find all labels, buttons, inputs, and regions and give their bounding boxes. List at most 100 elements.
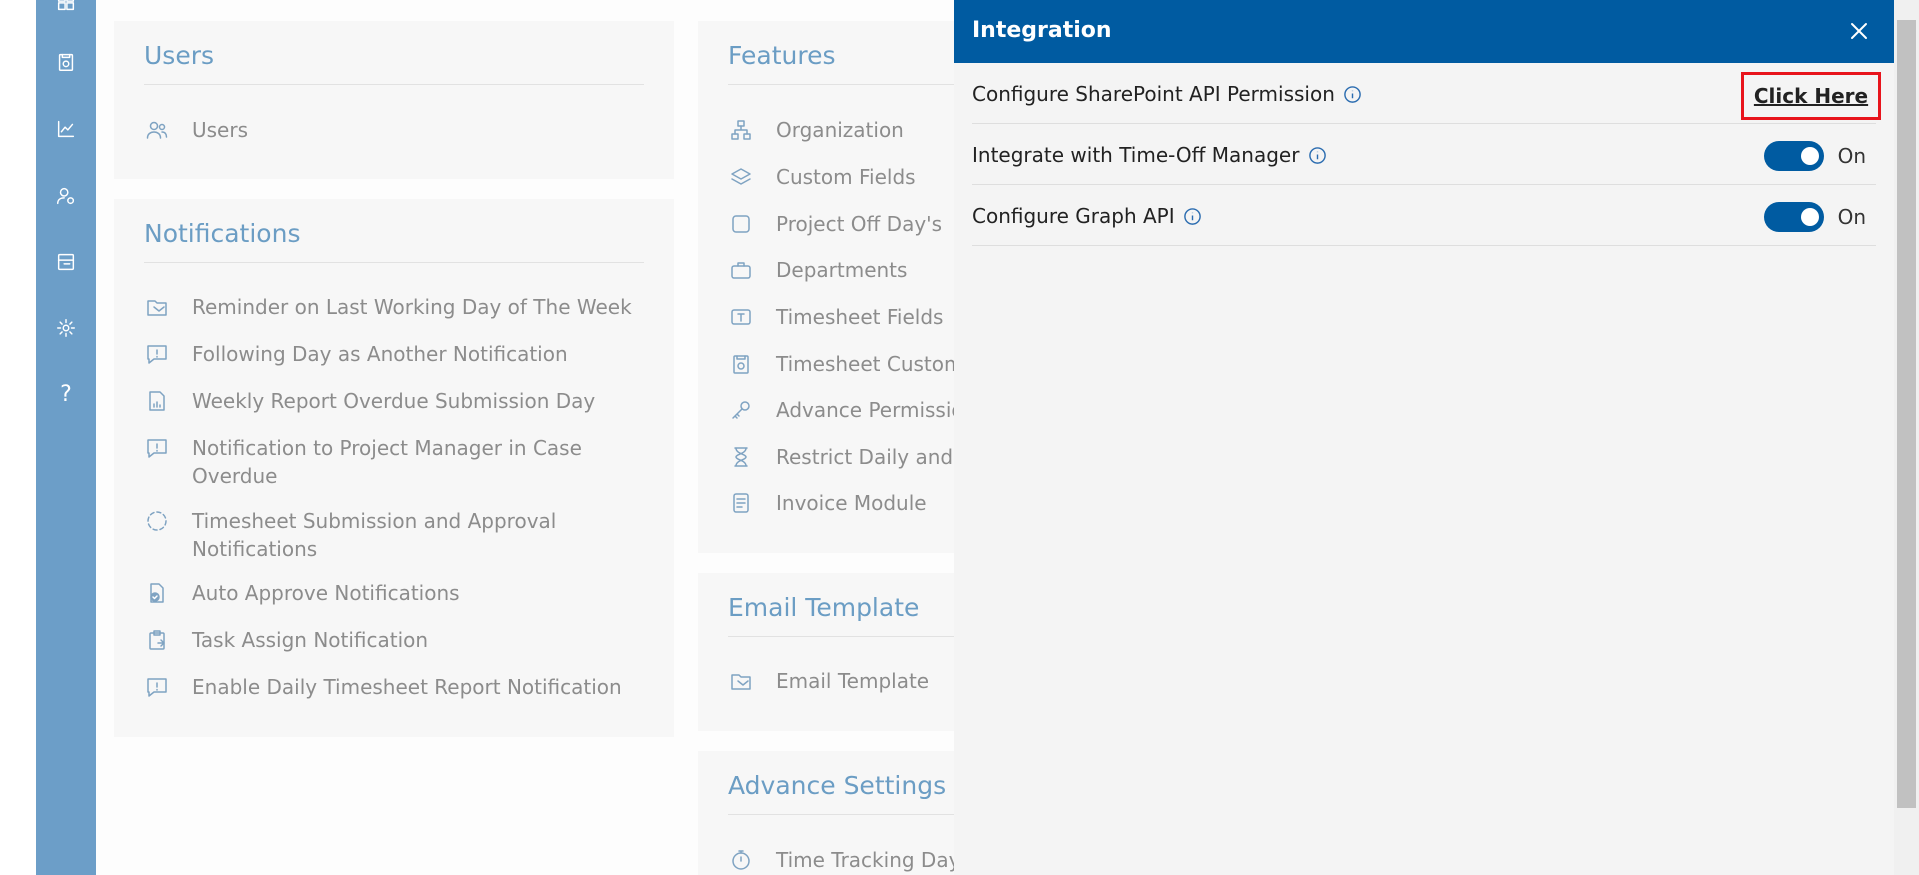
list-item-timesheet-customization[interactable]: Timesheet Customi (728, 350, 969, 378)
invoice-icon (728, 490, 754, 516)
card-title: Users (144, 41, 215, 70)
item-label: Timesheet Fields (776, 305, 944, 329)
list-item-invoice-module[interactable]: Invoice Module (728, 489, 927, 517)
list-item-auto-approve[interactable]: Auto Approve Notifications (144, 579, 460, 607)
item-label: Weekly Report Overdue Submission Day (192, 389, 596, 413)
comment-alert-icon (144, 435, 170, 461)
divider (144, 84, 644, 85)
list-item-organization[interactable]: Organization (728, 116, 904, 144)
info-icon[interactable] (1307, 145, 1327, 165)
item-label: Project Off Day's (776, 212, 943, 236)
users-card: Users Users (114, 21, 674, 179)
item-label: Reminder on Last Working Day of The Week (192, 295, 632, 319)
gear-icon[interactable] (54, 316, 78, 340)
toggle-knob (1800, 147, 1819, 165)
list-item-email-template[interactable]: Email Template (728, 667, 929, 695)
item-label: Organization (776, 118, 904, 142)
graph-api-toggle[interactable] (1763, 202, 1824, 232)
chart-icon[interactable] (54, 117, 78, 141)
key-icon (728, 397, 754, 423)
notifications-card: Notifications Reminder on Last Working D… (114, 199, 674, 737)
hourglass-icon (728, 444, 754, 470)
close-icon (1851, 23, 1867, 39)
comment-alert-icon (144, 341, 170, 367)
nav-rail: ? (36, 0, 96, 875)
row-label: Configure Graph API (972, 204, 1203, 228)
toggle-state-label: On (1837, 144, 1866, 168)
info-icon[interactable] (1343, 84, 1363, 104)
row-label: Configure SharePoint API Permission (972, 82, 1363, 106)
help-icon[interactable]: ? (54, 382, 78, 407)
list-item-departments[interactable]: Departments (728, 256, 907, 284)
integration-panel: Integration Configure SharePoint API Per… (954, 0, 1894, 875)
clipboard-icon (144, 627, 170, 653)
item-label: Following Day as Another Notification (192, 342, 568, 366)
toggle-knob (1800, 208, 1819, 226)
close-button[interactable] (1846, 18, 1872, 44)
row-label: Integrate with Time-Off Manager (972, 143, 1327, 167)
list-item-submission-approval[interactable]: Timesheet Submission and Approval Notifi… (144, 507, 594, 563)
item-label: Departments (776, 258, 908, 282)
item-label: Enable Daily Timesheet Report Notificati… (192, 675, 622, 699)
layout-icon[interactable] (54, 250, 78, 274)
report-icon (144, 388, 170, 414)
item-label: Advance Permission (776, 398, 977, 422)
card-title: Email Template (728, 593, 920, 622)
dashed-circle-icon (144, 508, 170, 534)
card-title: Features (728, 41, 836, 70)
card-title: Notifications (144, 219, 301, 248)
list-item-restrict-daily[interactable]: Restrict Daily and W (728, 443, 979, 471)
square-icon (728, 211, 754, 237)
timesheet-icon[interactable] (54, 50, 78, 74)
list-item-time-tracking-days[interactable]: Time Tracking Days (728, 846, 971, 874)
list-item-weekly-report[interactable]: Weekly Report Overdue Submission Day (144, 387, 595, 415)
doc-check-icon (144, 580, 170, 606)
panel-title: Integration (972, 18, 1112, 43)
time-off-toggle[interactable] (1763, 141, 1824, 171)
divider (144, 262, 644, 263)
row-label-text: Configure Graph API (972, 204, 1175, 228)
scrollbar[interactable] (1894, 0, 1919, 875)
row-label-text: Integrate with Time-Off Manager (972, 143, 1300, 167)
row-label-text: Configure SharePoint API Permission (972, 82, 1335, 106)
user-settings-icon[interactable] (54, 184, 78, 208)
item-label: Auto Approve Notifications (192, 581, 460, 605)
list-item-project-off-days[interactable]: Project Off Day's (728, 210, 942, 238)
list-item-daily-report[interactable]: Enable Daily Timesheet Report Notificati… (144, 673, 622, 701)
list-item-advance-permission[interactable]: Advance Permission (728, 396, 976, 424)
list-item-following-day[interactable]: Following Day as Another Notification (144, 340, 568, 368)
list-item-reminder[interactable]: Reminder on Last Working Day of The Week (144, 293, 632, 321)
item-label: Time Tracking Days (776, 848, 971, 872)
list-item-timesheet-fields[interactable]: Timesheet Fields (728, 303, 943, 331)
stopwatch-icon (728, 847, 754, 873)
row-sharepoint-permission: Configure SharePoint API Permission Clic… (972, 63, 1881, 124)
info-icon[interactable] (1183, 206, 1203, 226)
list-item-task-assign[interactable]: Task Assign Notification (144, 626, 428, 654)
item-label: Task Assign Notification (192, 628, 429, 652)
mail-folder-icon (728, 668, 754, 694)
item-label: Email Template (776, 669, 930, 693)
comment-alert-icon (144, 674, 170, 700)
click-here-link[interactable]: Click Here (1741, 72, 1881, 120)
grid-icon[interactable] (54, 0, 78, 14)
briefcase-icon (728, 257, 754, 283)
item-label: Timesheet Customi (776, 352, 970, 376)
toggle-state-label: On (1837, 205, 1866, 229)
list-item-custom-fields[interactable]: Custom Fields (728, 163, 916, 191)
org-chart-icon (728, 117, 754, 143)
list-item-users[interactable]: Users (144, 116, 248, 144)
list-item-pm-overdue[interactable]: Notification to Project Manager in Case … (144, 434, 594, 490)
timesheet-icon (728, 351, 754, 377)
scroll-thumb[interactable] (1897, 20, 1916, 808)
item-label: Users (192, 118, 249, 142)
row-time-off-manager: Integrate with Time-Off Manager On (972, 124, 1876, 185)
layers-icon (728, 164, 754, 190)
panel-header: Integration (954, 0, 1894, 63)
item-label: Notification to Project Manager in Case … (192, 436, 582, 488)
item-label: Timesheet Submission and Approval Notifi… (192, 509, 557, 561)
toggle-group: On (1763, 141, 1866, 171)
mail-folder-icon (144, 294, 170, 320)
users-icon (144, 117, 170, 143)
text-field-icon (728, 304, 754, 330)
item-label: Custom Fields (776, 165, 916, 189)
